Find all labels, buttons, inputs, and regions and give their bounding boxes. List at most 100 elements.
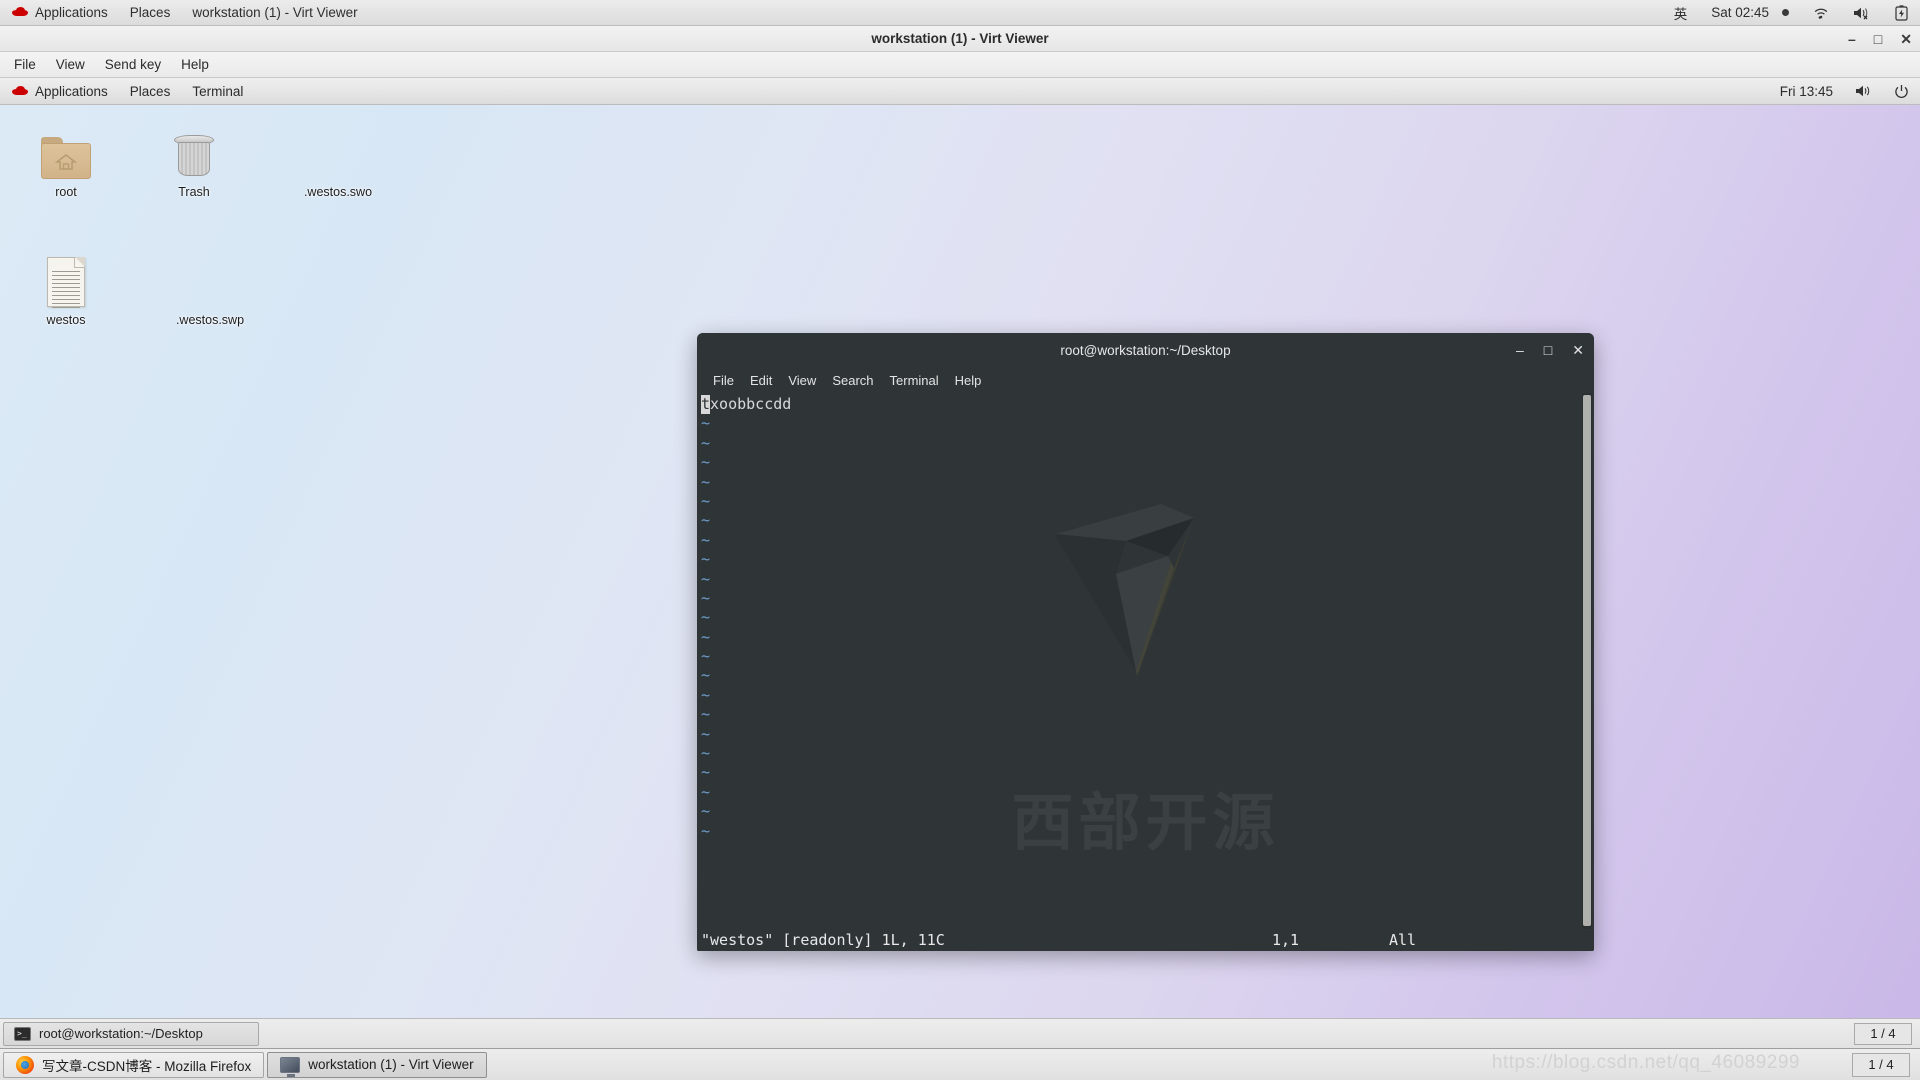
vim-status-file: "westos" [readonly] 1L, 11C [701, 931, 945, 949]
vv-menu-file[interactable]: File [4, 52, 46, 78]
virt-viewer-title: workstation (1) - Virt Viewer [871, 31, 1049, 46]
terminal-title-label: root@workstation:~/Desktop [1060, 342, 1231, 358]
host-top-panel: Applications Places workstation (1) - Vi… [0, 0, 1920, 26]
vim-tilde-row: ~ [701, 570, 1594, 589]
vim-tilde-row: ~ [701, 511, 1594, 530]
vim-tilde-char: ~ [701, 569, 711, 588]
terminal-menu-search[interactable]: Search [824, 373, 881, 388]
desktop-icon-trash[interactable]: Trash [142, 123, 246, 200]
vv-menu-view[interactable]: View [46, 52, 95, 78]
terminal-window-controls: – □ ✕ [1516, 333, 1584, 367]
vim-tilde-char: ~ [701, 511, 711, 530]
redhat-logo-icon [11, 85, 29, 98]
volume-muted-icon-svg [1854, 7, 1868, 19]
desktop-icon-label: Trash [178, 185, 210, 199]
redhat-logo-icon [11, 6, 29, 19]
host-active-window-label[interactable]: workstation (1) - Virt Viewer [181, 0, 368, 26]
terminal-scrollbar-thumb[interactable] [1583, 395, 1591, 926]
vv-menu-send-key[interactable]: Send key [95, 52, 171, 78]
vim-tilde-char: ~ [701, 821, 711, 840]
vim-tilde-row: ~ [701, 608, 1594, 627]
host-applications-menu[interactable]: Applications [0, 0, 119, 26]
vim-tilde-row: ~ [701, 822, 1594, 841]
vim-tilde-char: ~ [701, 530, 711, 549]
guest-places-menu[interactable]: Places [119, 78, 182, 105]
desktop-icon-label: westos [46, 313, 86, 327]
terminal-scrollbar[interactable] [1582, 393, 1592, 929]
wifi-icon[interactable] [1801, 0, 1841, 26]
vim-tilde-row: ~ [701, 802, 1594, 821]
vim-tilde-row: ~ [701, 550, 1594, 569]
terminal-menu-file[interactable]: File [705, 373, 742, 388]
vim-tilde-row: ~ [701, 628, 1594, 647]
vim-tilde-char: ~ [701, 647, 711, 666]
terminal-menu-help[interactable]: Help [947, 373, 990, 388]
guest-power-icon[interactable] [1883, 78, 1920, 105]
notification-dot-icon [1782, 9, 1789, 16]
vim-tilde-row: ~ [701, 589, 1594, 608]
host-applications-label: Applications [35, 5, 108, 20]
guest-window-terminal[interactable]: Terminal [181, 78, 254, 105]
close-button[interactable]: ✕ [1900, 32, 1912, 46]
desktop-icon-westos[interactable]: westos [14, 251, 118, 328]
guest-taskbar: >_ root@workstation:~/Desktop 1 / 4 [0, 1018, 1920, 1048]
taskbar-item-label: root@workstation:~/Desktop [39, 1026, 203, 1041]
guest-desktop[interactable]: root Trash .westos.swo westos .westos.sw… [0, 105, 1920, 1018]
workspace-pager[interactable]: 1 / 4 [1854, 1022, 1912, 1045]
vim-cursor: t [701, 395, 711, 415]
taskbar-item-terminal[interactable]: >_ root@workstation:~/Desktop [3, 1021, 259, 1046]
terminal-window[interactable]: root@workstation:~/Desktop – □ ✕ File Ed… [697, 333, 1594, 951]
vim-tilde-column: ~ ~ ~ ~ ~ ~ ~ ~ ~ ~ ~ ~ ~ ~ ~ ~ ~ ~ ~ ~ ~ ~ [701, 414, 1594, 841]
desktop-icon-westos-swo[interactable]: .westos.swo [268, 123, 408, 200]
host-places-menu[interactable]: Places [119, 0, 182, 26]
host-taskbar: 写文章-CSDN博客 - Mozilla Firefox workstation… [0, 1048, 1920, 1080]
taskbar-item-firefox[interactable]: 写文章-CSDN博客 - Mozilla Firefox [3, 1051, 265, 1078]
vim-status-scroll: All [1389, 931, 1417, 949]
hidden-file-icon [268, 123, 408, 179]
vim-tilde-char: ~ [701, 782, 711, 801]
desktop-icon-label: .westos.swp [175, 313, 245, 327]
vim-line-1-text: xoobbccdd [710, 395, 792, 413]
desktop-icon-root[interactable]: root [14, 123, 118, 200]
terminal-maximize-button[interactable]: □ [1544, 343, 1552, 357]
vim-tilde-row: ~ [701, 453, 1594, 472]
trash-icon [142, 123, 246, 179]
maximize-button[interactable]: □ [1874, 32, 1882, 46]
vim-tilde-row: ~ [701, 434, 1594, 453]
desktop-icon-westos-swp[interactable]: .westos.swp [140, 251, 280, 328]
host-workspace-pager[interactable]: 1 / 4 [1852, 1052, 1910, 1077]
battery-icon-svg [1895, 4, 1908, 21]
firefox-icon [16, 1055, 34, 1074]
vv-menu-help[interactable]: Help [171, 52, 219, 78]
guest-applications-menu[interactable]: Applications [0, 78, 119, 105]
vim-tilde-char: ~ [701, 705, 711, 724]
vim-tilde-char: ~ [701, 724, 711, 743]
minimize-button[interactable]: – [1848, 32, 1856, 46]
vim-tilde-row: ~ [701, 666, 1594, 685]
vim-editor-area[interactable]: 西部开源 txoobbccdd ~ ~ ~ ~ ~ ~ ~ ~ ~ ~ ~ ~ ~ ~ ~ ~ ~ ~ ~ ~ ~ ~ [697, 393, 1594, 929]
terminal-menubar: File Edit View Search Terminal Help [697, 367, 1594, 393]
terminal-close-button[interactable]: ✕ [1572, 343, 1584, 357]
terminal-icon: >_ [14, 1026, 31, 1041]
guest-clock[interactable]: Fri 13:45 [1769, 78, 1844, 105]
host-clock[interactable]: Sat 02:45 [1699, 0, 1801, 26]
vim-tilde-row: ~ [701, 647, 1594, 666]
battery-charging-icon[interactable] [1883, 0, 1920, 26]
terminal-minimize-button[interactable]: – [1516, 343, 1524, 357]
virt-viewer-window-controls: – □ ✕ [1848, 26, 1912, 52]
terminal-menu-view[interactable]: View [780, 373, 824, 388]
vim-tilde-char: ~ [701, 627, 711, 646]
terminal-menu-edit[interactable]: Edit [742, 373, 780, 388]
host-tray: 英 Sat 02:45 [1662, 0, 1920, 26]
desktop-icon-label: .westos.swo [303, 185, 373, 199]
guest-volume-icon[interactable] [1844, 78, 1883, 105]
volume-muted-icon[interactable] [1841, 0, 1883, 26]
vim-tilde-char: ~ [701, 414, 711, 433]
input-method-indicator[interactable]: 英 [1662, 0, 1700, 26]
hidden-file-icon [140, 251, 280, 307]
taskbar-item-label: workstation (1) - Virt Viewer [308, 1057, 474, 1072]
home-glyph-icon [55, 153, 77, 170]
terminal-menu-terminal[interactable]: Terminal [882, 373, 947, 388]
vim-tilde-row: ~ [701, 531, 1594, 550]
taskbar-item-virt-viewer[interactable]: workstation (1) - Virt Viewer [267, 1051, 487, 1078]
